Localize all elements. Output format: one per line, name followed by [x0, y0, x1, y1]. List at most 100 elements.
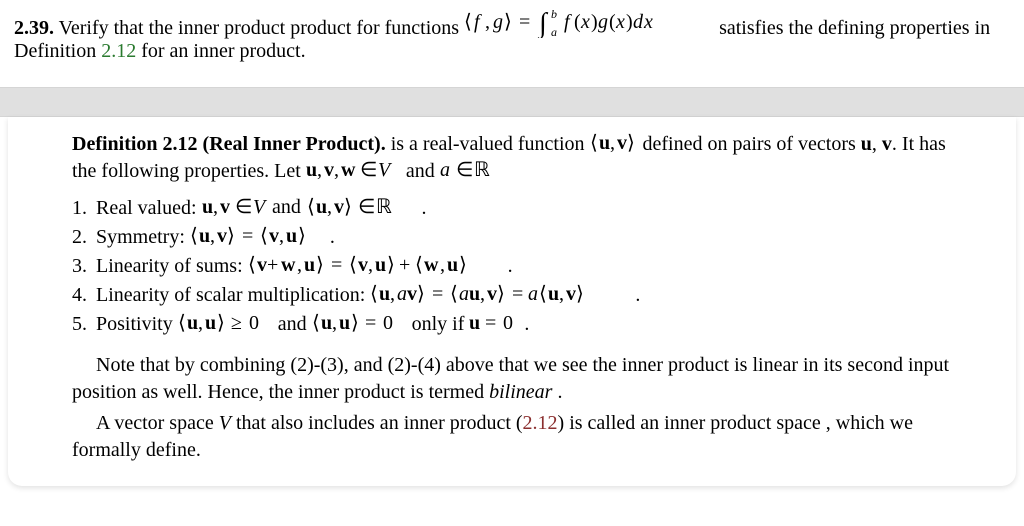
svg-text:u: u [205, 312, 216, 334]
definition-lead-and: and [406, 160, 440, 182]
svg-text:g: g [493, 11, 503, 33]
definition-lead-1: is a real-valued function [386, 133, 590, 155]
definition-heading-line: Definition 2.12 (Real Inner Product). is… [72, 131, 952, 185]
property-1-tail: . [417, 197, 427, 219]
svg-text:f: f [474, 11, 482, 33]
svg-text:v: v [334, 196, 344, 218]
svg-text:v: v [217, 225, 227, 247]
svg-text:⟩: ⟩ [351, 312, 359, 334]
problem-statement: 2.39. Verify that the inner product prod… [0, 0, 1024, 87]
property-2-label: Symmetry: [96, 226, 190, 248]
svg-text:V: V [378, 159, 393, 181]
ref-link-2-12[interactable]: 2.12 [101, 40, 136, 62]
svg-text:w: w [341, 159, 356, 181]
svg-text:u: u [469, 312, 480, 334]
svg-text:ℝ: ℝ [474, 159, 490, 181]
svg-text:0: 0 [249, 312, 259, 334]
svg-text:⟩: ⟩ [298, 225, 306, 247]
svg-text:⟨: ⟨ [590, 132, 598, 154]
svg-text:∈: ∈ [360, 159, 377, 181]
svg-text:ℝ: ℝ [376, 196, 392, 218]
svg-text:f: f [564, 11, 572, 33]
svg-text:,: , [327, 196, 332, 218]
definition-card: Definition 2.12 (Real Inner Product). is… [8, 117, 1016, 486]
comma: , [872, 133, 882, 155]
note2-a: A vector space [96, 412, 219, 434]
svg-text:(: ( [574, 11, 581, 33]
vector-v: v [882, 133, 892, 155]
svg-text:,: , [559, 283, 564, 305]
svg-text:u: u [469, 283, 480, 305]
problem-text-3: for an inner product. [136, 40, 305, 62]
property-2-tail: . [330, 226, 335, 248]
property-3-tail: . [508, 255, 513, 277]
svg-text:,: , [440, 254, 445, 276]
svg-text:u: u [316, 196, 327, 218]
expr-prop5c: u = 0 [469, 312, 524, 334]
property-list: Real valued: u , v ∈ V and ⟨ u , v ⟩ ∈ ℝ… [92, 195, 952, 338]
svg-text:⟩: ⟩ [316, 254, 324, 276]
svg-text:,: , [297, 254, 302, 276]
svg-text:u: u [202, 196, 213, 218]
svg-text:,: , [610, 132, 615, 154]
svg-text:u: u [375, 254, 386, 276]
property-5-onlyif: only if [407, 313, 470, 335]
expr-prop4: ⟨ u , a v ⟩ = ⟨ a u , v ⟩ = a ⟨ u , v ⟩ [370, 283, 630, 305]
svg-text:,: , [368, 254, 373, 276]
problem-number: 2.39. [14, 17, 54, 39]
svg-text:⟨: ⟨ [312, 312, 320, 334]
svg-text:u: u [447, 254, 458, 276]
svg-text:u: u [548, 283, 559, 305]
svg-text:,: , [334, 159, 339, 181]
note2-b: that also includes an inner product ( [231, 412, 523, 434]
property-5: Positivity ⟨ u , u ⟩ ≥ 0 and ⟨ u , u ⟩ =… [92, 311, 952, 338]
svg-text:V: V [253, 196, 268, 218]
svg-text:⟩: ⟩ [344, 196, 352, 218]
svg-text:⟩: ⟩ [387, 254, 395, 276]
definition-lead-2: defined on pairs of vectors [643, 133, 861, 155]
svg-text:≥: ≥ [231, 312, 242, 334]
svg-text:v: v [269, 225, 279, 247]
expr-prop5b: ⟨ u , u ⟩ = 0 [312, 312, 407, 334]
expr-inner-product-integral: ⟨ f , g ⟩ = ∫ a b f ( x ) g ( x ) d x [464, 8, 714, 38]
expr-prop3: ⟨ v + w , u ⟩ = ⟨ v , u ⟩ + ⟨ w , u ⟩ [248, 254, 508, 276]
property-3-label: Linearity of sums: [96, 255, 248, 277]
svg-text:): ) [591, 11, 598, 33]
svg-text:⟨: ⟨ [190, 225, 198, 247]
svg-text:⟩: ⟩ [227, 225, 235, 247]
svg-text:a: a [551, 25, 557, 38]
svg-text:∈: ∈ [235, 196, 252, 218]
svg-text:+: + [267, 254, 278, 276]
svg-text:,: , [198, 312, 203, 334]
svg-text:,: , [317, 159, 322, 181]
svg-text:g: g [598, 11, 608, 33]
property-5-label: Positivity [96, 313, 178, 335]
svg-text:a: a [397, 283, 407, 305]
property-1: Real valued: u , v ∈ V and ⟨ u , v ⟩ ∈ ℝ… [92, 195, 952, 222]
svg-text:⟨: ⟨ [307, 196, 315, 218]
svg-text:⟩: ⟩ [217, 312, 225, 334]
svg-text:v: v [617, 132, 627, 154]
svg-text:a: a [528, 283, 538, 305]
property-5-and: and [273, 313, 312, 335]
svg-text:u: u [321, 312, 332, 334]
svg-text:⟩: ⟩ [627, 132, 635, 154]
svg-text:⟨: ⟨ [539, 283, 547, 305]
property-2: Symmetry: ⟨ u , v ⟩ = ⟨ v , u ⟩ . [92, 224, 952, 251]
svg-text:⟨: ⟨ [464, 11, 472, 33]
note1-c: . [552, 381, 562, 403]
svg-text:=: = [485, 312, 496, 334]
svg-text:(: ( [609, 11, 616, 33]
expr-uv: ⟨ u , v ⟩ [590, 132, 638, 154]
svg-text:,: , [279, 225, 284, 247]
svg-text:x: x [643, 11, 653, 33]
svg-text:a: a [440, 159, 450, 181]
note1-bilinear: bilinear [489, 381, 552, 403]
svg-text:⟩: ⟩ [459, 254, 467, 276]
svg-text:v: v [324, 159, 334, 181]
svg-text:u: u [379, 283, 390, 305]
svg-text:,: , [390, 283, 395, 305]
svg-text:and: and [272, 196, 301, 218]
ref-link-2-12-b[interactable]: 2.12 [523, 412, 558, 434]
section-gap [0, 87, 1024, 117]
